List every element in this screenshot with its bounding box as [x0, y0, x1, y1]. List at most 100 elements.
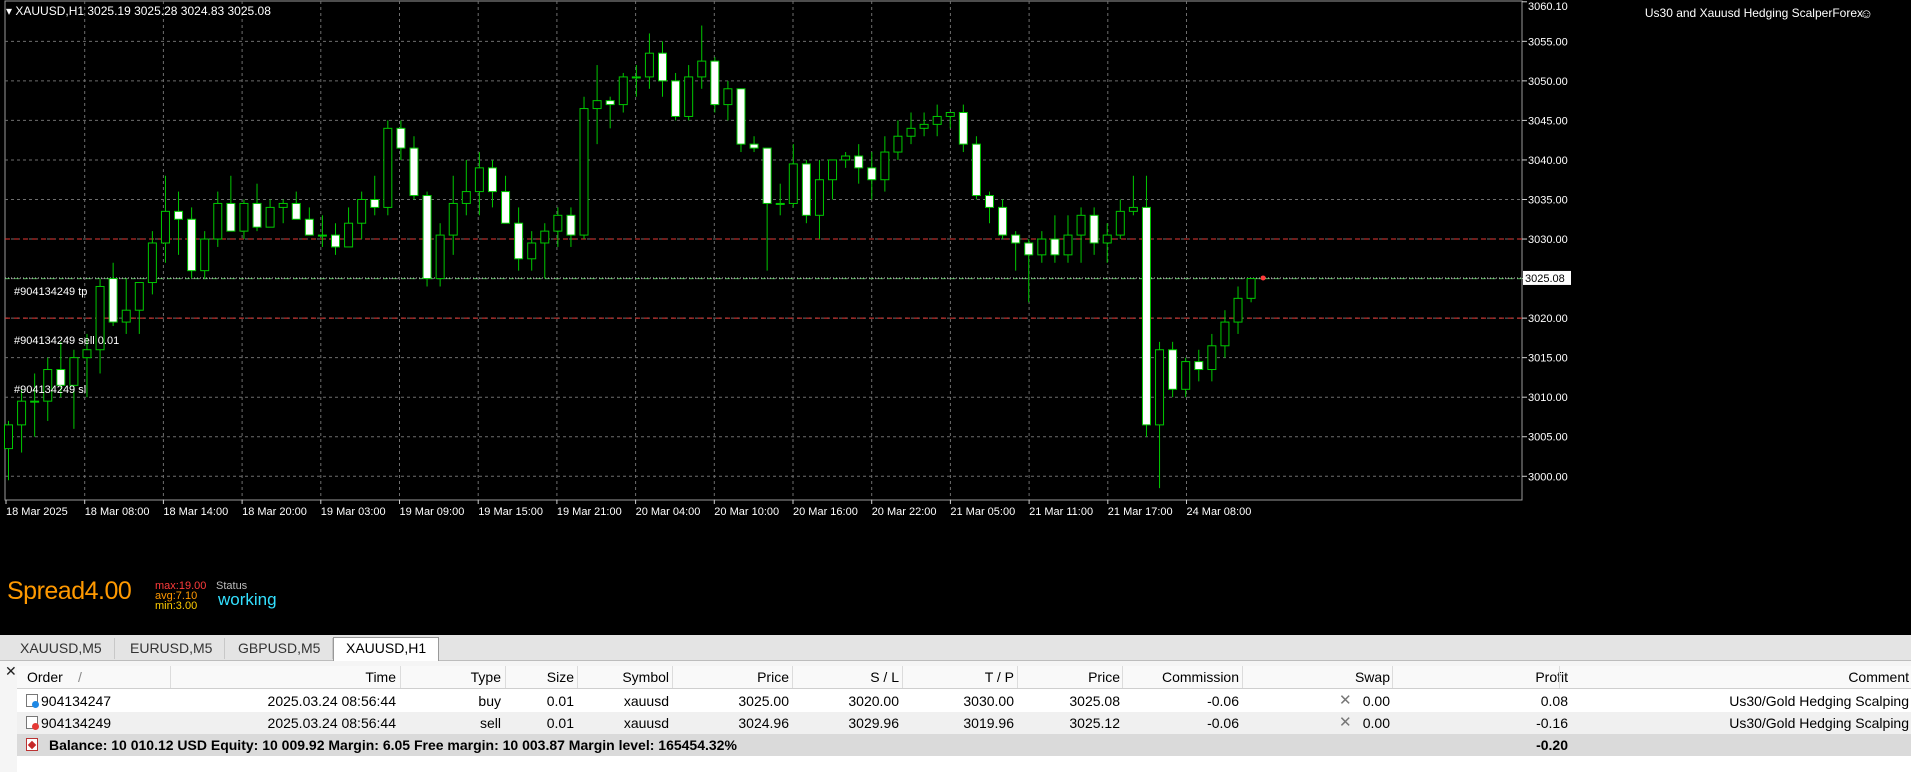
candle-body: [160, 210, 170, 244]
candle-body: [200, 238, 210, 272]
x-tick-label: 20 Mar 04:00: [636, 506, 701, 518]
order-time: 2025.03.24 08:56:44: [267, 715, 396, 731]
col-order[interactable]: Order: [27, 666, 63, 688]
x-tick-label: 20 Mar 16:00: [793, 506, 858, 518]
candle-body: [1115, 210, 1125, 236]
candle-body: [69, 357, 79, 386]
tab-xauusd-h1[interactable]: XAUUSD,H1: [333, 637, 440, 661]
col-sl[interactable]: S / L: [870, 666, 899, 688]
order-comment: Us30/Gold Hedging Scalping: [1729, 715, 1909, 731]
expert-smile-icon[interactable]: ☺: [1860, 6, 1873, 21]
x-tick-label: 20 Mar 10:00: [714, 506, 779, 518]
candle-body: [1168, 349, 1178, 390]
candle-body: [1207, 345, 1217, 371]
candle-body: [30, 400, 40, 403]
candle-body: [278, 202, 288, 208]
order-size: 0.01: [546, 715, 574, 731]
candle-body: [1128, 206, 1138, 212]
tab-gbpusd-m5[interactable]: GBPUSD,M5: [226, 638, 334, 659]
candle-body: [82, 349, 92, 359]
candle-body: [775, 202, 785, 205]
col-type[interactable]: Type: [471, 666, 501, 688]
y-tick-label: 3010.00: [1528, 392, 1568, 404]
col-time[interactable]: Time: [365, 666, 396, 688]
candle-body: [540, 230, 550, 244]
order-sl[interactable]: 3020.00: [848, 690, 899, 712]
candle-body: [553, 214, 563, 232]
col-tp[interactable]: T / P: [985, 666, 1014, 688]
table-row[interactable]: 904134247 2025.03.24 08:56:44 buy 0.01 x…: [17, 690, 1911, 713]
candle-body: [592, 100, 602, 110]
col-price-current[interactable]: Price: [1088, 666, 1120, 688]
expert-advisor-name: Us30 and Xauusd Hedging ScalperForex: [1644, 6, 1863, 20]
candle-body: [383, 127, 393, 208]
candle-body: [958, 112, 968, 145]
order-tp[interactable]: 3030.00: [963, 690, 1014, 712]
close-order-icon[interactable]: ✕: [1339, 712, 1352, 734]
order-price: 3025.00: [738, 693, 789, 709]
order-comment: Us30/Gold Hedging Scalping: [1729, 693, 1909, 709]
candle-body: [56, 369, 66, 386]
order-price: 3024.96: [738, 715, 789, 731]
candle-body: [998, 206, 1008, 236]
candle-body: [644, 52, 654, 78]
col-comment[interactable]: Comment: [1848, 666, 1909, 688]
candle-body: [1141, 206, 1151, 426]
candle-body: [304, 218, 314, 236]
x-tick-label: 21 Mar 17:00: [1108, 506, 1173, 518]
tab-xauusd-m5[interactable]: XAUUSD,M5: [8, 638, 115, 659]
current-price-label: 3025.08: [1525, 273, 1565, 285]
candle-body: [801, 163, 811, 216]
candle-body: [226, 202, 236, 232]
candle-body: [487, 167, 497, 193]
col-commission[interactable]: Commission: [1162, 666, 1239, 688]
col-swap[interactable]: Swap: [1355, 666, 1390, 688]
chart-area[interactable]: 3000.00 3005.00 3010.00 3015.00 3020.00 3025.…: [0, 0, 1911, 635]
candle-body: [1037, 238, 1047, 256]
total-profit: -0.20: [1536, 737, 1568, 753]
x-tick-label: 19 Mar 09:00: [400, 506, 465, 518]
y-tick-label: 3030.00: [1528, 234, 1568, 246]
col-symbol[interactable]: Symbol: [622, 666, 669, 688]
candle-body: [919, 123, 929, 129]
candle-body: [357, 198, 367, 224]
candle-body: [448, 202, 458, 236]
terminal-close-icon[interactable]: ✕: [5, 663, 17, 680]
y-tick-label: 3045.00: [1528, 115, 1568, 127]
candle-body: [971, 143, 981, 197]
tab-eurusd-m5[interactable]: EURUSD,M5: [118, 638, 226, 659]
candle-body: [1076, 214, 1086, 236]
order-symbol: xauusd: [623, 715, 669, 731]
col-profit[interactable]: Profit: [1535, 666, 1568, 688]
candle-body: [985, 195, 994, 208]
candle-body: [252, 202, 262, 228]
candle-body: [1220, 321, 1230, 347]
candle-body: [396, 127, 406, 149]
y-tick-label: 3020.00: [1528, 313, 1568, 325]
candle-body: [1011, 234, 1021, 244]
col-size[interactable]: Size: [547, 666, 574, 688]
col-price[interactable]: Price: [757, 666, 789, 688]
spread-indicator: Spread4.00: [7, 577, 132, 605]
x-tick-label: 20 Mar 22:00: [872, 506, 937, 518]
candle-body: [344, 222, 354, 248]
order-tp[interactable]: 3019.96: [963, 712, 1014, 734]
candle-body: [527, 242, 537, 260]
price-chart[interactable]: 3000.00 3005.00 3010.00 3015.00 3020.00 3025.…: [0, 0, 1911, 635]
candle-body: [932, 115, 942, 125]
chart-tabs: XAUUSD,M5 EURUSD,M5 GBPUSD,M5 XAUUSD,H1: [0, 635, 1911, 661]
order-line-label-tp: #904134249 tp: [14, 286, 88, 298]
x-tick-label: 24 Mar 08:00: [1187, 506, 1252, 518]
table-row[interactable]: 904134249 2025.03.24 08:56:44 sell 0.01 …: [17, 712, 1911, 735]
order-sl[interactable]: 3029.96: [848, 712, 899, 734]
order-commission: -0.06: [1207, 715, 1239, 731]
candle-body: [121, 309, 131, 323]
order-symbol: xauusd: [623, 693, 669, 709]
candle-body: [631, 76, 641, 79]
candle-body: [174, 210, 184, 220]
y-tick-label: 3015.00: [1528, 353, 1568, 365]
order-id: 904134247: [41, 693, 112, 709]
x-tick-label: 18 Mar 20:00: [242, 506, 307, 518]
close-order-icon[interactable]: ✕: [1339, 690, 1352, 712]
order-current-price: 3025.12: [1069, 715, 1120, 731]
